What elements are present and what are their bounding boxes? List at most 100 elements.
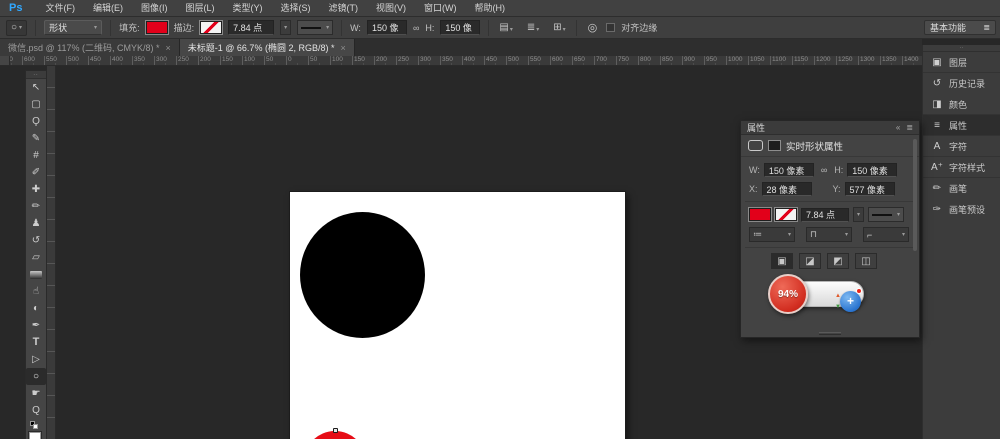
prop-y-field[interactable]: 577 像素 — [845, 182, 895, 196]
intersect-shape-button[interactable]: ◩ — [827, 253, 849, 269]
pen-tool[interactable]: ✒ — [26, 317, 46, 334]
prop-x-field[interactable]: 28 像素 — [762, 182, 812, 196]
fill-color-swatch[interactable] — [146, 21, 168, 34]
shape-width-field[interactable]: 150 像 — [367, 20, 407, 35]
panel-tab-color[interactable]: ◨ 颜色 — [923, 94, 1000, 115]
stroke-align-select[interactable]: ≔ ▾ — [749, 227, 795, 242]
panel-scrollbar[interactable] — [913, 139, 917, 251]
ruler-label: 750 — [616, 56, 638, 66]
stroke-style-picker[interactable]: ▾ — [868, 207, 904, 222]
healing-brush-tool[interactable]: ✚ — [26, 181, 46, 198]
zoom-tool[interactable]: Q — [26, 402, 46, 419]
stroke-width-field[interactable]: 7.84 点 — [801, 208, 849, 222]
workspace-menu-icon: ≣ — [983, 23, 990, 32]
path-arrangement-button[interactable]: ⊞ ▾ — [551, 22, 567, 33]
tool-icon: ✐ — [32, 168, 40, 178]
panel-tab-history[interactable]: ↺ 历史记录 — [923, 73, 1000, 94]
path-alignment-button[interactable]: ≣ ▾ — [525, 22, 541, 33]
menu-item[interactable]: 窗口(W) — [415, 0, 466, 17]
document-tab-untitled[interactable]: 未标题-1 @ 66.7% (椭圆 2, RGB/8) * × — [180, 39, 355, 56]
horizontal-ruler[interactable]: 6506005505004504003503002502001501005005… — [0, 56, 922, 66]
menu-item[interactable]: 编辑(E) — [84, 0, 132, 17]
panel-tab-character[interactable]: A 字符 — [923, 136, 1000, 157]
close-icon[interactable]: × — [166, 43, 171, 53]
memory-usage-ball[interactable]: 94% — [768, 274, 808, 314]
menu-item[interactable]: 文件(F) — [36, 0, 84, 17]
eyedropper-tool[interactable]: ✐ — [26, 164, 46, 181]
path-operations-button[interactable]: ▤ ▾ — [497, 22, 514, 33]
panel-dock-grip[interactable]: ∙∙ — [923, 45, 1000, 52]
type-tool[interactable]: T — [26, 334, 46, 351]
stroke-label: 描边: — [174, 21, 195, 34]
menu-item[interactable]: 帮助(H) — [465, 0, 514, 17]
menu-item[interactable]: 滤镜(T) — [319, 0, 367, 17]
shape-height-field[interactable]: 150 像 — [440, 20, 480, 35]
prop-width-field[interactable]: 150 像素 — [764, 163, 814, 177]
panel-tab-properties[interactable]: ≡ 属性 — [923, 115, 1000, 136]
stroke-corner-select[interactable]: ⌐ ▾ — [863, 227, 909, 242]
menu-item[interactable]: 选择(S) — [271, 0, 319, 17]
path-selection-tool[interactable]: ▷ — [26, 351, 46, 368]
gradient-tool[interactable]: ▬ — [26, 266, 46, 283]
menu-item[interactable]: 类型(Y) — [223, 0, 271, 17]
clone-stamp-tool[interactable]: ♟ — [26, 215, 46, 232]
link-dimensions-icon[interactable]: ∞ — [413, 23, 419, 33]
speed-monitor-widget[interactable]: ▲ 0K/s ▼ 0K/s + 94% — [768, 274, 866, 314]
exclude-shape-button[interactable]: ◫ — [855, 253, 877, 269]
smudge-tool[interactable]: ☝ — [26, 283, 46, 300]
collapse-panel-icon[interactable]: « — [896, 123, 900, 132]
stroke-width-dropdown-button[interactable]: ▾ — [280, 20, 291, 35]
black-ellipse-shape[interactable] — [300, 212, 425, 338]
combine-shapes-button[interactable]: ▣ — [771, 253, 793, 269]
dodge-tool[interactable]: ◐ — [26, 300, 46, 317]
prop-height-field[interactable]: 150 像素 — [847, 163, 897, 177]
brush-tool[interactable]: ✏ — [26, 198, 46, 215]
properties-panel-titlebar[interactable]: 属性 « ≣ — [741, 121, 919, 135]
tool-icon: Ϙ — [32, 117, 40, 127]
menu-item[interactable]: 图像(I) — [132, 0, 177, 17]
stroke-color-swatch[interactable] — [200, 21, 222, 34]
vertical-ruler[interactable] — [47, 66, 56, 439]
workspace-switcher[interactable]: 基本功能 ≣ — [924, 20, 996, 35]
subtract-shape-button[interactable]: ◪ — [799, 253, 821, 269]
stroke-width-dropdown-button[interactable]: ▾ — [853, 207, 864, 222]
history-brush-tool[interactable]: ↺ — [26, 232, 46, 249]
panel-resize-grip[interactable] — [819, 332, 841, 335]
panel-tab-layers[interactable]: ▣ 图层 — [923, 52, 1000, 73]
ruler-label: 450 — [88, 56, 110, 66]
eraser-tool[interactable]: ▱ — [26, 249, 46, 266]
stroke-color-swatch[interactable] — [775, 208, 797, 221]
close-icon[interactable]: × — [340, 43, 345, 53]
link-dimensions-icon[interactable]: ∞ — [821, 165, 827, 175]
align-edges-checkbox[interactable] — [606, 23, 615, 32]
panel-tab-brush-presets[interactable]: ✑ 画笔预设 — [923, 199, 1000, 220]
quick-selection-tool[interactable]: ✎ — [26, 130, 46, 147]
accelerate-button[interactable]: + — [840, 291, 861, 312]
stroke-width-field[interactable]: 7.84 点 — [228, 20, 274, 35]
tool-mode-select[interactable]: 形状 ▾ — [44, 20, 102, 35]
lasso-tool[interactable]: Ϙ — [26, 113, 46, 130]
document-tab-title: 微信.psd @ 117% (二维码, CMYK/8) * — [8, 41, 160, 54]
menu-item[interactable]: 视图(V) — [367, 0, 415, 17]
panel-tab-brush[interactable]: ✏ 画笔 — [923, 178, 1000, 199]
fill-color-swatch[interactable] — [749, 208, 771, 221]
vector-mask-thumbnail[interactable] — [768, 140, 781, 151]
default-colors-icon[interactable] — [30, 421, 40, 429]
document-tab-weixin[interactable]: 微信.psd @ 117% (二维码, CMYK/8) * × — [0, 39, 180, 56]
gear-icon[interactable]: ◎ — [585, 21, 601, 34]
tools-panel-grip[interactable]: ∙∙ — [26, 71, 46, 79]
move-tool[interactable]: ↖ — [26, 79, 46, 96]
tool-preset-picker[interactable]: ○ ▾ — [6, 20, 27, 36]
panel-tab-character-styles[interactable]: A⁺ 字符样式 — [923, 157, 1000, 178]
ruler-origin-box[interactable] — [0, 56, 10, 66]
marquee-tool[interactable]: ▢ — [26, 96, 46, 113]
stroke-style-picker[interactable]: ▾ — [297, 20, 333, 35]
hand-tool[interactable]: ☛ — [26, 385, 46, 402]
ellipse-tool[interactable]: ○ — [26, 368, 46, 385]
crop-tool[interactable]: # — [26, 147, 46, 164]
foreground-color-swatch[interactable] — [29, 432, 41, 439]
stroke-cap-select[interactable]: ⊓ ▾ — [806, 227, 852, 242]
anchor-point-top[interactable] — [333, 428, 338, 433]
menu-item[interactable]: 图层(L) — [176, 0, 223, 17]
panel-menu-icon[interactable]: ≣ — [906, 123, 913, 132]
